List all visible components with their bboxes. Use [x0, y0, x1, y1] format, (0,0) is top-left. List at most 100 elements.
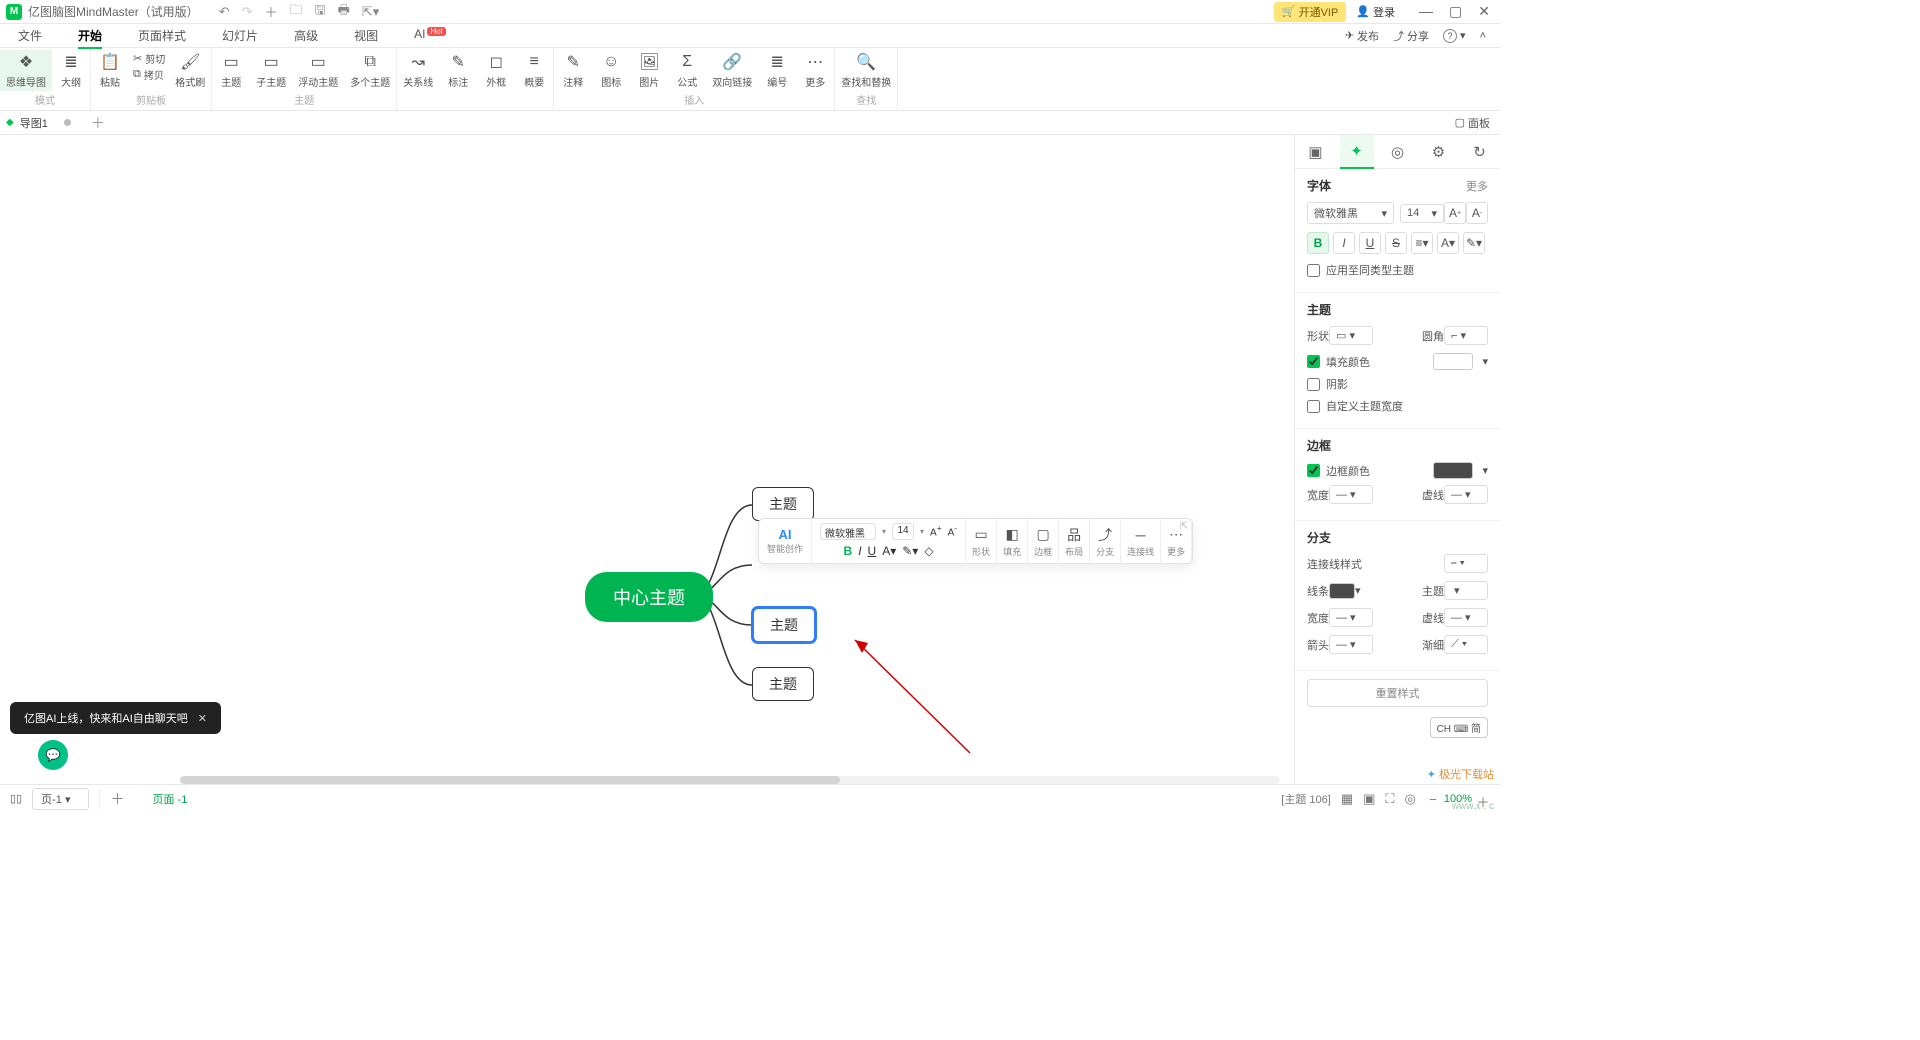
ribbon-subtopic[interactable]: ▭子主题 — [250, 50, 292, 91]
ribbon-find-replace[interactable]: 🔍查找和替换 — [835, 50, 897, 91]
rp-tab-history[interactable]: ↻ — [1463, 135, 1497, 169]
ft-font-family[interactable]: 微软雅黑 — [820, 523, 876, 540]
branch-arrow-select[interactable]: — ▾ — [1329, 635, 1373, 654]
underline-icon[interactable]: U — [868, 544, 877, 558]
ribbon-boundary[interactable]: ◻外框 — [477, 50, 515, 91]
tab-advanced[interactable]: 高级 — [276, 23, 336, 48]
bold-button[interactable]: B — [1307, 232, 1329, 254]
tab-ai[interactable]: AIHot — [396, 23, 464, 48]
fill-check[interactable]: 填充颜色▾ — [1307, 353, 1488, 370]
rp-tab-format[interactable]: ✦ — [1340, 135, 1374, 169]
connector-style-select[interactable]: ⎯ ▾ — [1444, 554, 1488, 573]
ft-layout[interactable]: 品布局 — [1059, 519, 1090, 563]
bold-icon[interactable]: B — [844, 544, 853, 558]
font-dec-icon[interactable]: A- — [948, 523, 957, 538]
undo-icon[interactable]: ↶ — [219, 4, 230, 20]
ribbon-summary[interactable]: ≡概要 — [515, 50, 553, 91]
ft-border[interactable]: ▢边框 — [1028, 519, 1059, 563]
topic-node-3[interactable]: 主题 — [752, 607, 816, 643]
toast-close-icon[interactable]: ✕ — [198, 712, 207, 725]
font-family-select[interactable]: 微软雅黑▾ — [1307, 202, 1394, 224]
pin-icon[interactable]: ⇱ — [1180, 521, 1188, 532]
page-select[interactable]: 页-1 ▾ — [32, 788, 89, 810]
login-button[interactable]: 👤登录 — [1356, 4, 1395, 20]
panel-toggle[interactable]: ▢ 面板 — [1455, 115, 1494, 131]
branch-dash-select[interactable]: — ▾ — [1444, 608, 1488, 627]
shadow-check[interactable]: 阴影 — [1307, 376, 1488, 392]
reset-style-button[interactable]: 重置样式 — [1307, 679, 1488, 707]
tab-start[interactable]: 开始 — [60, 23, 120, 48]
tab-file[interactable]: 文件 — [0, 23, 60, 48]
ribbon-multi-topic[interactable]: ⧉多个主题 — [344, 50, 396, 91]
ribbon-topic[interactable]: ▭主题 — [212, 50, 250, 91]
ft-ai[interactable]: AI 智能创作 — [759, 519, 812, 563]
canvas[interactable]: 中心主题 主题 主题 主题 主题 ⇱ AI 智能创作 微软雅黑▾ 14▾ A+ … — [0, 135, 1294, 784]
ribbon-formula[interactable]: Σ公式 — [668, 50, 706, 91]
ribbon-cut[interactable]: ✂剪切 — [133, 50, 165, 66]
highlight-button[interactable]: ✎▾ — [1463, 232, 1485, 254]
close-icon[interactable]: ✕ — [1474, 3, 1494, 20]
export-icon[interactable]: ⇱▾ — [362, 4, 379, 20]
font-color-button[interactable]: A▾ — [1437, 232, 1459, 254]
presentation-icon[interactable]: ▣ — [1363, 791, 1375, 807]
ft-fill[interactable]: ◧填充 — [997, 519, 1028, 563]
line-swatch[interactable] — [1329, 583, 1355, 599]
ribbon-image[interactable]: 🖼图片 — [630, 50, 668, 91]
apply-same-check[interactable]: 应用至同类型主题 — [1307, 262, 1488, 278]
fit-icon[interactable]: ⛶ — [1385, 791, 1394, 807]
ft-connector[interactable]: ─连接线 — [1121, 519, 1161, 563]
ai-fab-button[interactable]: 💬 — [38, 740, 68, 770]
border-swatch[interactable] — [1433, 462, 1473, 479]
print-icon[interactable]: 🖶 — [338, 1, 350, 23]
zoom-out-button[interactable]: − — [1426, 792, 1440, 806]
horizontal-scrollbar[interactable] — [180, 776, 1280, 784]
grid-icon[interactable]: ▦ — [1341, 791, 1353, 807]
highlight-icon[interactable]: ✎▾ — [902, 544, 918, 558]
maximize-icon[interactable]: ▢ — [1445, 3, 1466, 20]
add-document-button[interactable]: ＋ — [91, 113, 105, 133]
ribbon-insert-icon[interactable]: ☺图标 — [592, 50, 630, 91]
open-icon[interactable]: 🗀 — [290, 1, 303, 23]
document-tab[interactable]: 导图1 — [20, 115, 71, 131]
tab-page-style[interactable]: 页面样式 — [120, 23, 204, 48]
custom-width-check[interactable]: 自定义主题宽度 — [1307, 398, 1488, 414]
add-page-button[interactable]: ＋ — [99, 789, 124, 809]
border-width-select[interactable]: — ▾ — [1329, 485, 1373, 504]
branch-width-select[interactable]: — ▾ — [1329, 608, 1373, 627]
ribbon-format-painter[interactable]: 🖌格式刷 — [169, 50, 211, 91]
font-more[interactable]: 更多 — [1466, 178, 1488, 194]
ribbon-paste[interactable]: 📋粘贴 — [91, 50, 129, 91]
ribbon-floating-topic[interactable]: ▭浮动主题 — [292, 50, 344, 91]
tab-view[interactable]: 视图 — [336, 23, 396, 48]
font-color-icon[interactable]: A▾ — [882, 544, 896, 558]
rp-tab-style[interactable]: ▣ — [1299, 135, 1333, 169]
align-button[interactable]: ≡▾ — [1411, 232, 1433, 254]
shape-select[interactable]: ▭ ▾ — [1329, 326, 1373, 345]
share-button[interactable]: ⤴分享 — [1393, 28, 1429, 44]
ribbon-mindmap[interactable]: ❖思维导图 — [0, 50, 52, 91]
focus-icon[interactable]: ◎ — [1405, 791, 1416, 807]
ribbon-copy[interactable]: ⧉拷贝 — [133, 66, 165, 82]
italic-icon[interactable]: I — [858, 544, 861, 558]
border-dash-select[interactable]: — ▾ — [1444, 485, 1488, 504]
ft-font-size[interactable]: 14 — [892, 523, 914, 540]
border-color-check[interactable]: 边框颜色▾ — [1307, 462, 1488, 479]
font-size-select[interactable]: 14▾ — [1400, 204, 1444, 223]
branch-topic-select[interactable]: ▾ — [1444, 581, 1488, 600]
ft-shape[interactable]: ▭形状 — [966, 519, 997, 563]
ribbon-numbering[interactable]: ≣编号 — [758, 50, 796, 91]
underline-button[interactable]: U — [1359, 232, 1381, 254]
corner-select[interactable]: ⌐ ▾ — [1444, 326, 1488, 345]
ribbon-hyperlink[interactable]: 🔗双向链接 — [706, 50, 758, 91]
branch-taper-select[interactable]: ⟋ ▾ — [1444, 635, 1488, 654]
vip-button[interactable]: 🛒开通VIP — [1274, 2, 1346, 22]
strike-button[interactable]: S — [1385, 232, 1407, 254]
redo-icon[interactable]: ↷ — [242, 4, 253, 20]
minimize-icon[interactable]: — — [1415, 3, 1437, 20]
ribbon-relation[interactable]: ↝关系线 — [397, 50, 439, 91]
ribbon-note[interactable]: ✎注释 — [554, 50, 592, 91]
pages-icon[interactable]: ▯▯ — [10, 792, 22, 805]
topic-node-1[interactable]: 主题 — [752, 487, 814, 521]
font-inc-icon[interactable]: A+ — [930, 523, 942, 538]
help-button[interactable]: ?▾ — [1443, 29, 1466, 43]
